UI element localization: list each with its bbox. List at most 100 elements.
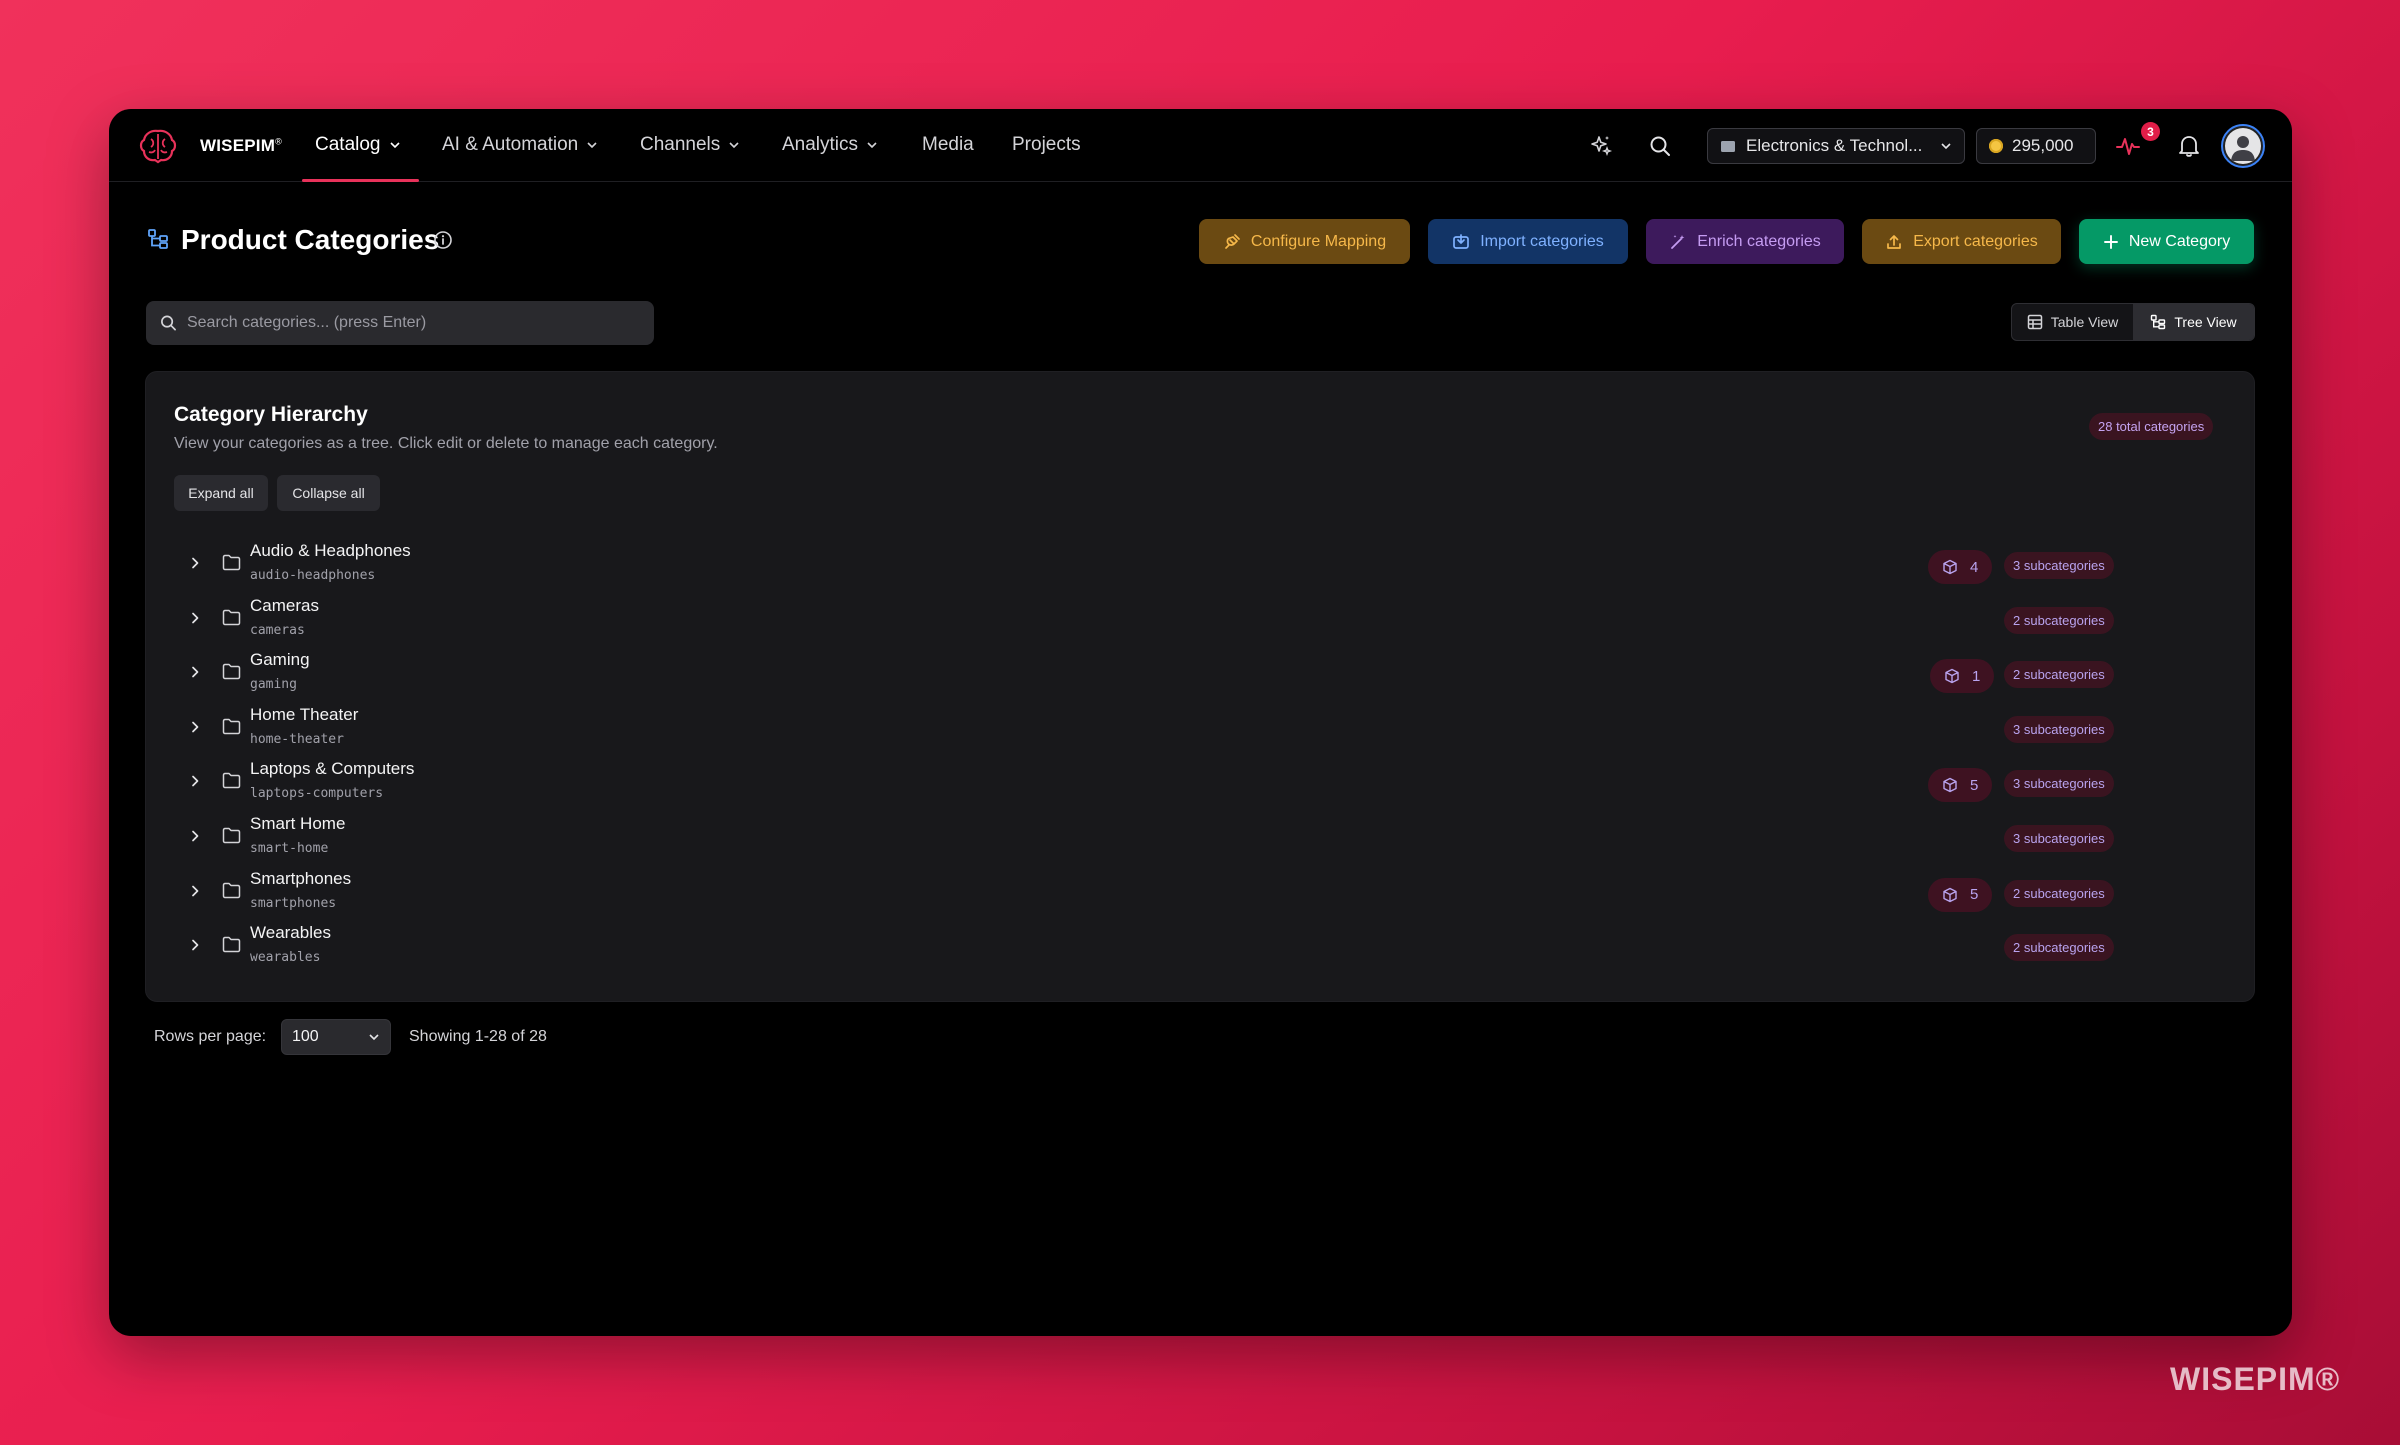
folder-icon [1721, 141, 1735, 152]
search-icon [161, 315, 176, 331]
chevron-right-icon[interactable] [188, 884, 202, 898]
enrich-categories-button[interactable]: Enrich categories [1646, 219, 1844, 264]
activity-pulse-icon [2116, 138, 2140, 155]
coin-icon [1989, 139, 2003, 153]
category-name[interactable]: Wearables [250, 923, 331, 943]
new-category-button[interactable]: New Category [2079, 219, 2254, 264]
chevron-down-icon [867, 142, 877, 149]
rows-per-page-select[interactable]: 100 [281, 1019, 391, 1055]
category-row[interactable]: Gaming gaming 1 2 subcategories [146, 645, 2256, 699]
import-categories-button[interactable]: Import categories [1428, 219, 1628, 264]
category-row[interactable]: Home Theater home-theater 3 subcategories [146, 700, 2256, 754]
app-window: WISEPIM® Catalog AI & Automation Channel… [109, 109, 2292, 1336]
package-icon [1943, 778, 1957, 793]
chevron-right-icon[interactable] [188, 938, 202, 952]
chevron-right-icon[interactable] [188, 829, 202, 843]
folder-icon [222, 663, 241, 680]
category-name[interactable]: Home Theater [250, 705, 358, 725]
category-name[interactable]: Audio & Headphones [250, 541, 411, 561]
table-view-button[interactable]: Table View [2012, 304, 2133, 340]
subcategory-count-badge: 3 subcategories [2004, 552, 2114, 579]
chevron-right-icon[interactable] [188, 665, 202, 679]
chevron-down-icon [389, 142, 400, 149]
category-slug: laptops-computers [250, 786, 384, 802]
subcategory-count-badge: 2 subcategories [2004, 661, 2114, 689]
nav-analytics[interactable]: Analytics [782, 134, 878, 156]
folder-icon [222, 882, 241, 898]
category-search[interactable] [146, 301, 654, 345]
product-count-badge: 4 [1928, 550, 1993, 584]
category-row[interactable]: Cameras cameras 2 subcategories [146, 591, 2256, 645]
nav-channels[interactable]: Channels [640, 134, 740, 156]
chevron-down-icon [369, 1034, 379, 1041]
subcategory-count-badge: 3 subcategories [2004, 715, 2114, 743]
plug-icon [1225, 233, 1240, 249]
brand-name[interactable]: WISEPIM® [200, 136, 282, 156]
activity-button[interactable] [2113, 131, 2143, 161]
package-icon [1945, 668, 1959, 684]
category-slug: audio-headphones [250, 568, 376, 583]
category-name[interactable]: Smartphones [250, 869, 351, 889]
total-categories-badge: 28 total categories [2089, 413, 2214, 440]
category-row[interactable]: Audio & Headphones audio-headphones 4 3 sub… [146, 536, 2256, 590]
folder-icon [222, 718, 241, 735]
subcategory-count-badge: 2 subcategories [2004, 879, 2114, 907]
view-toggle: Table View Tree View [2011, 303, 2255, 341]
magic-wand-icon [1671, 234, 1685, 249]
nav-projects[interactable]: Projects [1012, 134, 1081, 156]
product-count-badge: 1 [1930, 659, 1995, 694]
chevron-down-icon [729, 142, 739, 149]
category-row[interactable]: Smartphones smartphones 5 2 subcategories [146, 864, 2256, 918]
chevron-right-icon[interactable] [188, 720, 202, 734]
category-row[interactable]: Wearables wearables 2 subcategories [146, 918, 2256, 972]
search-button[interactable] [1645, 131, 1675, 161]
product-count-badge: 5 [1928, 768, 1993, 803]
chevron-down-icon [1941, 143, 1951, 150]
upload-icon [1887, 234, 1902, 249]
notifications-button[interactable] [2174, 131, 2204, 161]
folder-icon [222, 936, 241, 953]
sparkles-icon [1591, 136, 1613, 157]
chevron-right-icon[interactable] [188, 774, 202, 788]
category-name[interactable]: Laptops & Computers [250, 759, 414, 779]
configure-mapping-button[interactable]: Configure Mapping [1199, 219, 1410, 264]
category-slug: home-theater [250, 731, 344, 747]
card-subtitle: View your categories as a tree. Click ed… [174, 435, 718, 452]
category-name[interactable]: Cameras [250, 596, 319, 616]
category-slug: smartphones [250, 895, 337, 911]
top-navigation: WISEPIM® Catalog AI & Automation Channel… [109, 109, 2292, 182]
ai-sparkles-button[interactable] [1586, 131, 1616, 161]
tree-view-button[interactable]: Tree View [2133, 304, 2254, 340]
table-icon [2027, 314, 2043, 330]
chevron-down-icon [587, 142, 597, 149]
folder-icon [222, 827, 241, 844]
brain-logo-icon[interactable] [137, 126, 179, 166]
category-hierarchy-card: Category Hierarchy View your categories … [145, 371, 2255, 1002]
category-name[interactable]: Smart Home [250, 814, 345, 834]
folder-icon [222, 773, 241, 789]
active-nav-indicator [302, 179, 419, 182]
watermark: WISEPIM® [2170, 1361, 2341, 1397]
organization-select[interactable]: Electronics & Technol... [1707, 128, 1965, 164]
category-slug: wearables [250, 950, 321, 966]
credits-balance[interactable]: 295,000 [1976, 128, 2096, 164]
tree-icon [2151, 314, 2166, 330]
category-row[interactable]: Smart Home smart-home 3 subcategories [146, 809, 2256, 863]
search-input[interactable] [186, 314, 640, 332]
collapse-all-button[interactable]: Collapse all [277, 475, 380, 511]
folder-icon [222, 554, 241, 571]
card-title: Category Hierarchy [174, 403, 368, 426]
chevron-right-icon[interactable] [188, 556, 202, 570]
info-icon[interactable] [433, 230, 453, 250]
user-icon [2231, 136, 2255, 161]
nav-media[interactable]: Media [922, 134, 974, 156]
chevron-right-icon[interactable] [188, 611, 202, 625]
subcategory-count-badge: 3 subcategories [2004, 825, 2114, 852]
user-avatar[interactable] [2221, 124, 2265, 168]
category-name[interactable]: Gaming [250, 650, 310, 670]
category-row[interactable]: Laptops & Computers laptops-computers 5 3 s… [146, 754, 2256, 808]
nav-ai-automation[interactable]: AI & Automation [442, 134, 598, 156]
nav-catalog[interactable]: Catalog [315, 134, 401, 156]
export-categories-button[interactable]: Export categories [1862, 219, 2061, 264]
expand-all-button[interactable]: Expand all [174, 475, 268, 511]
